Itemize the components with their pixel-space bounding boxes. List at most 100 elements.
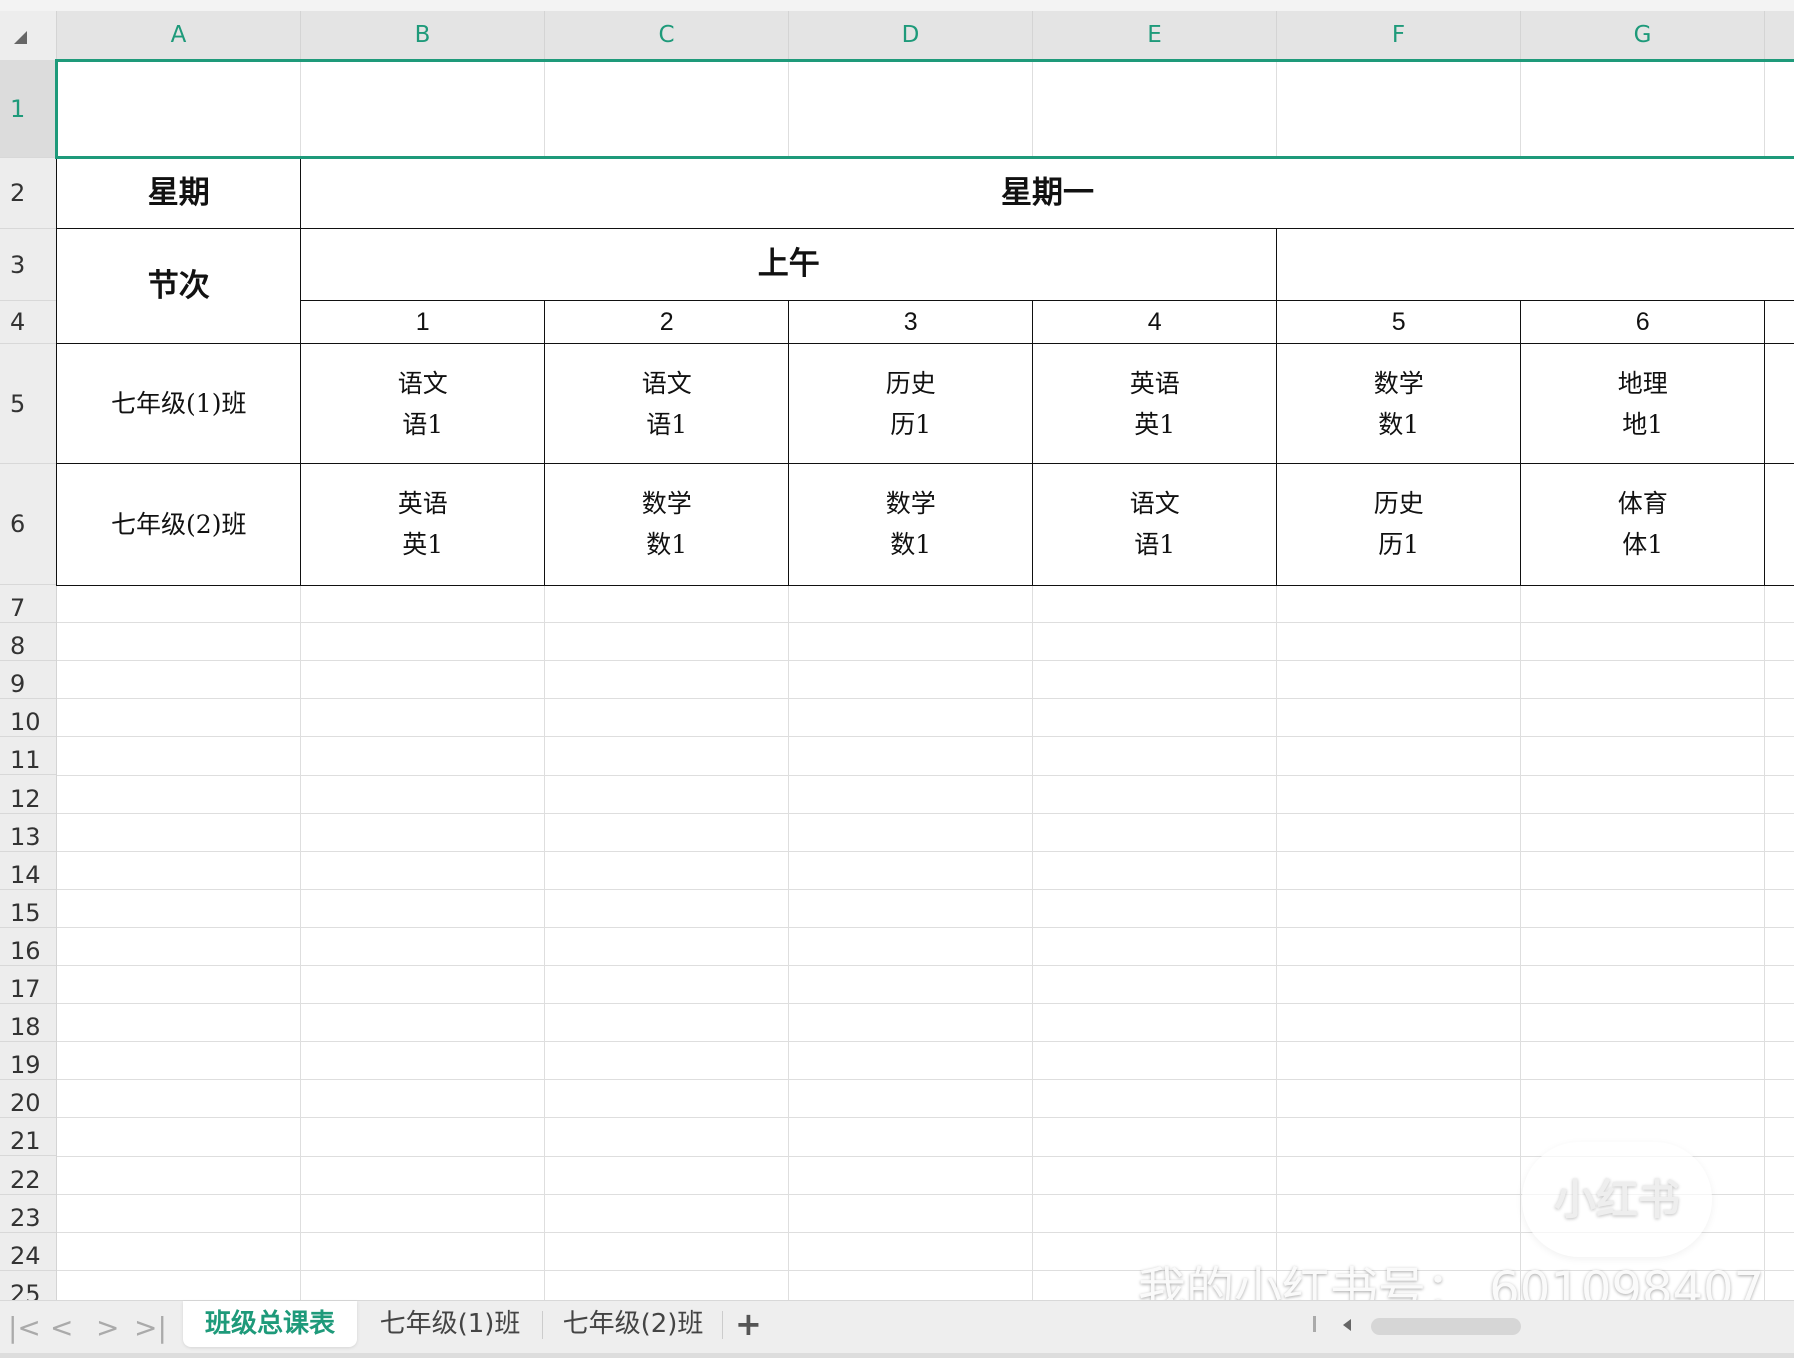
row-headers: 1 2 3 4 5 6 7 8 9 10 11 12 13 14 15 16 17 18 19 20 21 22 23 24 2… <box>0 60 57 1300</box>
row-header-11[interactable]: 11 <box>0 737 56 776</box>
cell-text: 七年级(1)班 <box>111 389 247 419</box>
scroll-left-icon[interactable] <box>1343 1319 1351 1331</box>
cell-text: 数1 <box>646 530 688 560</box>
row-header-21[interactable]: 21 <box>0 1118 56 1157</box>
cell-period-4[interactable]: 4 <box>1032 300 1278 345</box>
cell-text: 英语 <box>1129 368 1180 398</box>
sheet-tab-class-schedule[interactable]: 班级总课表 <box>183 1301 357 1347</box>
cell-period-6[interactable]: 6 <box>1520 300 1766 345</box>
column-header-F[interactable]: F <box>1277 11 1521 60</box>
cell-lesson[interactable]: 数学 数1 <box>788 463 1034 586</box>
cell-lesson[interactable]: 数学数1 <box>544 463 790 586</box>
cell-lesson[interactable]: 语文 语1 <box>300 343 546 465</box>
row-header-8[interactable]: 8 <box>0 623 56 662</box>
column-header-B[interactable]: B <box>301 11 545 60</box>
select-all-corner[interactable] <box>0 11 57 60</box>
cell-lesson[interactable]: 语文 语1 <box>544 343 790 465</box>
add-sheet-button[interactable]: + <box>735 1305 762 1343</box>
cell-text: 地理 <box>1617 368 1668 398</box>
row-header-9[interactable]: 9 <box>0 661 56 700</box>
row-header-23[interactable]: 23 <box>0 1195 56 1233</box>
cell-lesson[interactable]: 英语英1 <box>300 463 546 586</box>
corner-triangle-icon <box>14 31 27 44</box>
cell-period-5[interactable]: 5 <box>1276 300 1522 345</box>
cell-text: 七年级(2)班 <box>111 509 247 539</box>
cell-text: 语文 <box>641 368 692 398</box>
cell-text: 地1 <box>1622 409 1664 439</box>
row-header-7[interactable]: 7 <box>0 585 56 624</box>
cell-weekday-value[interactable]: 星期一 <box>300 157 1794 230</box>
column-header-G[interactable]: G <box>1521 11 1765 60</box>
cell-text: 英1 <box>402 530 444 560</box>
row-header-12[interactable]: 12 <box>0 776 56 814</box>
cell-period-3[interactable]: 3 <box>788 300 1034 345</box>
cell-morning[interactable]: 上午 <box>300 228 1278 302</box>
row-header-25[interactable]: 25 <box>0 1271 56 1300</box>
column-header-A[interactable]: A <box>57 11 301 60</box>
cell-text: 英语 <box>397 489 448 519</box>
cell-afternoon[interactable] <box>1276 228 1794 302</box>
cell-lesson[interactable]: 数学 数1 <box>1276 343 1522 465</box>
cell-text: 历1 <box>890 409 932 439</box>
column-header-H[interactable] <box>1765 11 1794 60</box>
cell-period-1[interactable]: 1 <box>300 300 546 345</box>
column-header-E[interactable]: E <box>1033 11 1277 60</box>
row-header-4[interactable]: 4 <box>0 301 56 344</box>
cell-lesson[interactable]: 历史 历1 <box>1276 463 1522 586</box>
cell-lesson[interactable]: 地理地1 <box>1520 343 1766 465</box>
row-header-19[interactable]: 19 <box>0 1042 56 1081</box>
next-sheet-icon[interactable]: > <box>96 1311 119 1344</box>
sheet-tab-grade7-class1[interactable]: 七年级(1)班 <box>365 1301 535 1347</box>
cell-text: 上午 <box>757 246 820 283</box>
row-header-10[interactable]: 10 <box>0 699 56 738</box>
cell-class-name[interactable]: 七年级(1)班 <box>56 343 302 465</box>
bottom-strip <box>0 1353 1794 1358</box>
prev-sheet-icon[interactable]: < <box>50 1311 73 1344</box>
cell-lesson[interactable] <box>1764 343 1794 465</box>
cell-text: 数学 <box>641 489 692 519</box>
row-header-1[interactable]: 1 <box>0 60 56 158</box>
cell-text: 3 <box>903 307 918 336</box>
gridline-h <box>57 1117 1794 1119</box>
sheet-tab-grade7-class2[interactable]: 七年级(2)班 <box>548 1301 718 1347</box>
row-header-18[interactable]: 18 <box>0 1004 56 1043</box>
row-header-3[interactable]: 3 <box>0 229 56 301</box>
gridline-h <box>57 812 1794 814</box>
cell-text: 体1 <box>1622 530 1664 560</box>
row-header-13[interactable]: 13 <box>0 814 56 852</box>
row-header-22[interactable]: 22 <box>0 1157 56 1195</box>
cell-text: 体育 <box>1617 489 1668 519</box>
gridline-h <box>57 698 1794 700</box>
row-header-17[interactable]: 17 <box>0 966 56 1005</box>
cell-lesson[interactable]: 历史 历1 <box>788 343 1034 465</box>
cell-text: 星期 <box>147 174 210 211</box>
row-header-20[interactable]: 20 <box>0 1080 56 1119</box>
cell-period-2[interactable]: 2 <box>544 300 790 345</box>
cell-weekday-label[interactable]: 星期 <box>56 157 302 230</box>
row-header-15[interactable]: 15 <box>0 890 56 928</box>
cell-lesson[interactable]: 语文 语1 <box>1032 463 1278 586</box>
row-header-2[interactable]: 2 <box>0 158 56 229</box>
cell-lesson[interactable]: 英语 英1 <box>1032 343 1278 465</box>
cell-period-label[interactable]: 节次 <box>56 228 302 345</box>
horizontal-scrollbar[interactable] <box>1371 1318 1521 1335</box>
column-header-D[interactable]: D <box>789 11 1033 60</box>
last-sheet-icon[interactable]: >| <box>134 1311 167 1344</box>
gridline-h <box>57 850 1794 852</box>
column-header-C[interactable]: C <box>545 11 789 60</box>
cell-lesson[interactable]: 体育体1 <box>1520 463 1766 586</box>
row-header-24[interactable]: 24 <box>0 1233 56 1271</box>
row-header-6[interactable]: 6 <box>0 464 56 585</box>
gridline-h <box>57 1155 1794 1157</box>
row-header-16[interactable]: 16 <box>0 928 56 966</box>
cell-period-next[interactable] <box>1764 300 1794 345</box>
row-header-5[interactable]: 5 <box>0 344 56 464</box>
row-header-14[interactable]: 14 <box>0 852 56 890</box>
cell-text: 历1 <box>1378 530 1420 560</box>
cell-lesson[interactable] <box>1764 463 1794 586</box>
sheet-grid[interactable]: 星期 星期一 节次 上午 1 2 3 4 5 6 七年级(1)班 语文 语1 语文 语1 历史 历1 英语 英1 数学… <box>56 60 1794 1300</box>
sheet-tab-bar: |< < > >| 班级总课表 七年级(1)班 七年级(2)班 + <box>0 1300 1794 1354</box>
first-sheet-icon[interactable]: |< <box>8 1311 41 1344</box>
cell-text: 星期一 <box>1001 174 1094 211</box>
cell-class-name[interactable]: 七年级(2)班 <box>56 463 302 586</box>
